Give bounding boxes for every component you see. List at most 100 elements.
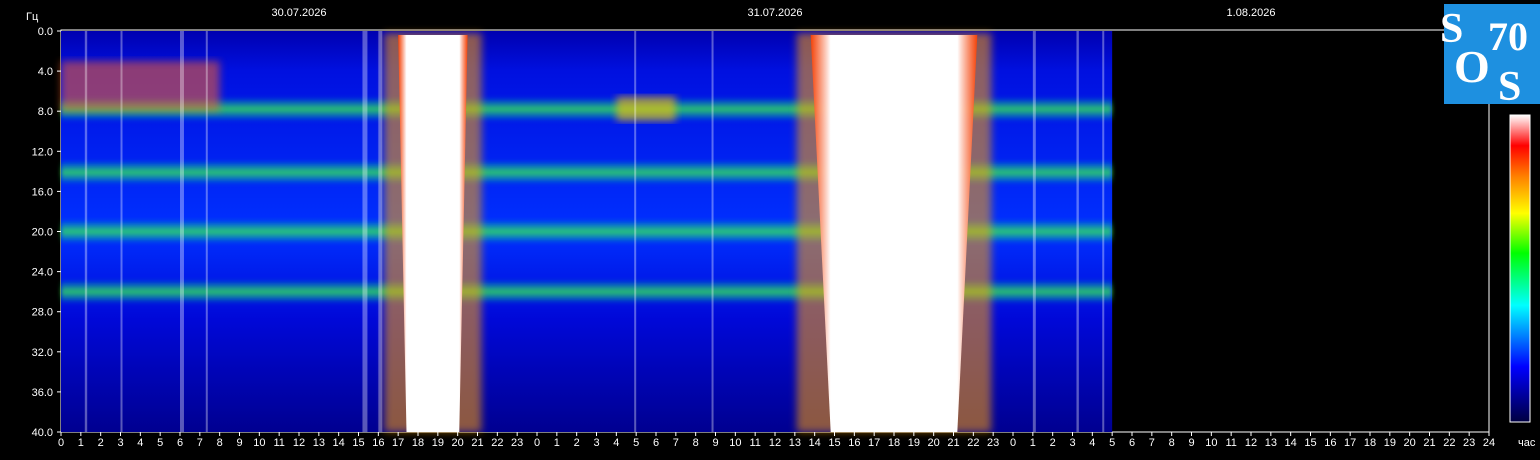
x-axis-label: час bbox=[1518, 437, 1536, 449]
x-tick-label: 1 bbox=[554, 437, 560, 449]
x-tick-label: 6 bbox=[177, 437, 183, 449]
x-tick-label: 21 bbox=[947, 437, 959, 449]
streak-0 bbox=[84, 31, 88, 432]
y-tick-label: 0.0 bbox=[38, 26, 53, 38]
logo-number-70: 70 bbox=[1488, 14, 1528, 59]
logo-letter-s-bottom: S bbox=[1498, 64, 1521, 104]
x-tick-label: 19 bbox=[1384, 437, 1396, 449]
x-tick-label: 23 bbox=[511, 437, 523, 449]
x-tick-label: 18 bbox=[1364, 437, 1376, 449]
streak-4 bbox=[362, 31, 368, 432]
x-tick-label: 12 bbox=[293, 437, 305, 449]
x-tick-label: 4 bbox=[613, 437, 619, 449]
y-tick-label: 36.0 bbox=[32, 387, 53, 399]
x-tick-label: 7 bbox=[673, 437, 679, 449]
x-tick-label: 8 bbox=[693, 437, 699, 449]
y-tick-label: 16.0 bbox=[32, 186, 53, 198]
y-tick-label: 12.0 bbox=[32, 146, 53, 158]
x-tick-label: 22 bbox=[491, 437, 503, 449]
x-tick-label: 13 bbox=[313, 437, 325, 449]
saturation-core-0 bbox=[398, 35, 468, 432]
x-tick-label: 2 bbox=[98, 437, 104, 449]
x-tick-label: 17 bbox=[1344, 437, 1356, 449]
x-tick-label: 6 bbox=[1129, 437, 1135, 449]
x-tick-label: 9 bbox=[236, 437, 242, 449]
x-tick-label: 5 bbox=[1109, 437, 1115, 449]
y-tick-label: 20.0 bbox=[32, 227, 53, 239]
streak-5 bbox=[378, 31, 383, 432]
x-tick-label: 0 bbox=[1010, 437, 1016, 449]
logo-letter-o: O bbox=[1454, 41, 1490, 92]
spectrogram-chart: Гц час 0.0 4.0 8.0 12.0 16.0 20.0 24.0 28.0 32.0… bbox=[26, 7, 1536, 449]
streak-3 bbox=[205, 31, 208, 432]
date-label: 1.08.2026 bbox=[1227, 7, 1276, 19]
x-tick-label: 21 bbox=[1423, 437, 1435, 449]
x-tick-label: 21 bbox=[471, 437, 483, 449]
x-tick-label: 6 bbox=[653, 437, 659, 449]
x-tick-label: 17 bbox=[392, 437, 404, 449]
streak-7 bbox=[711, 31, 714, 432]
x-tick-label: 22 bbox=[967, 437, 979, 449]
x-tick-label: 5 bbox=[633, 437, 639, 449]
y-tick-label: 28.0 bbox=[32, 307, 53, 319]
x-tick-label: 9 bbox=[1188, 437, 1194, 449]
y-tick-label: 8.0 bbox=[38, 106, 53, 118]
x-tick-label: 15 bbox=[828, 437, 840, 449]
x-tick-label: 12 bbox=[1245, 437, 1257, 449]
x-tick-label: 18 bbox=[888, 437, 900, 449]
x-tick-label: 10 bbox=[253, 437, 265, 449]
x-tick-label: 15 bbox=[1304, 437, 1316, 449]
x-tick-label: 20 bbox=[928, 437, 940, 449]
sos70-logo: S 70 O S bbox=[1440, 4, 1540, 104]
x-tick-label: 14 bbox=[333, 437, 345, 449]
x-tick-label: 11 bbox=[273, 437, 284, 449]
streak-9 bbox=[1076, 31, 1079, 432]
x-tick-label: 0 bbox=[58, 437, 64, 449]
x-tick-label: 20 bbox=[452, 437, 464, 449]
saturation-core-1 bbox=[810, 35, 978, 432]
y-tick-label: 40.0 bbox=[32, 427, 53, 439]
x-tick-label: 3 bbox=[593, 437, 599, 449]
x-tick-label: 13 bbox=[1265, 437, 1277, 449]
streak-10 bbox=[1102, 31, 1105, 432]
x-tick-label: 10 bbox=[729, 437, 741, 449]
x-tick-label: 7 bbox=[1149, 437, 1155, 449]
y-tick-label: 24.0 bbox=[32, 267, 53, 279]
x-tick-label: 16 bbox=[1324, 437, 1336, 449]
x-tick-label: 5 bbox=[157, 437, 163, 449]
streak-6 bbox=[634, 31, 637, 432]
x-tick-label: 20 bbox=[1404, 437, 1416, 449]
x-tick-label: 16 bbox=[848, 437, 860, 449]
x-tick-label: 7 bbox=[197, 437, 203, 449]
x-tick-label: 8 bbox=[1169, 437, 1175, 449]
streak-2 bbox=[180, 31, 184, 432]
x-tick-label: 19 bbox=[432, 437, 444, 449]
y-tick-label: 4.0 bbox=[38, 66, 53, 78]
y-axis-label: Гц bbox=[26, 11, 39, 23]
x-tick-label: 1 bbox=[1030, 437, 1036, 449]
y-tick-label: 32.0 bbox=[32, 347, 53, 359]
x-tick-label: 14 bbox=[809, 437, 821, 449]
x-tick-label: 15 bbox=[352, 437, 364, 449]
y-axis-ticks: 0.0 4.0 8.0 12.0 16.0 20.0 24.0 28.0 32.0 36.0 40.… bbox=[32, 26, 61, 439]
streak-8 bbox=[1032, 31, 1036, 432]
noise-region-mid bbox=[616, 96, 676, 122]
x-tick-label: 11 bbox=[749, 437, 760, 449]
x-tick-label: 23 bbox=[1463, 437, 1475, 449]
x-tick-label: 3 bbox=[117, 437, 123, 449]
x-axis-ticks: 0 1 2 3 4 5 6 7 8 9 10 11 12 13 14 15 16 17 18 19 20 21 22 23 0 1… bbox=[58, 432, 1495, 449]
x-tick-label: 4 bbox=[137, 437, 143, 449]
x-tick-label: 19 bbox=[908, 437, 920, 449]
x-tick-label: 0 bbox=[534, 437, 540, 449]
x-tick-label: 14 bbox=[1285, 437, 1297, 449]
streak-1 bbox=[120, 31, 123, 432]
date-labels: 30.07.2026 31.07.2026 1.08.2026 bbox=[271, 7, 1275, 19]
x-tick-label: 16 bbox=[372, 437, 384, 449]
x-tick-label: 8 bbox=[217, 437, 223, 449]
date-label: 30.07.2026 bbox=[271, 7, 326, 19]
x-tick-label: 1 bbox=[78, 437, 84, 449]
x-tick-label: 24 bbox=[1483, 437, 1495, 449]
x-tick-label: 17 bbox=[868, 437, 880, 449]
x-tick-label: 4 bbox=[1089, 437, 1095, 449]
x-tick-label: 3 bbox=[1069, 437, 1075, 449]
